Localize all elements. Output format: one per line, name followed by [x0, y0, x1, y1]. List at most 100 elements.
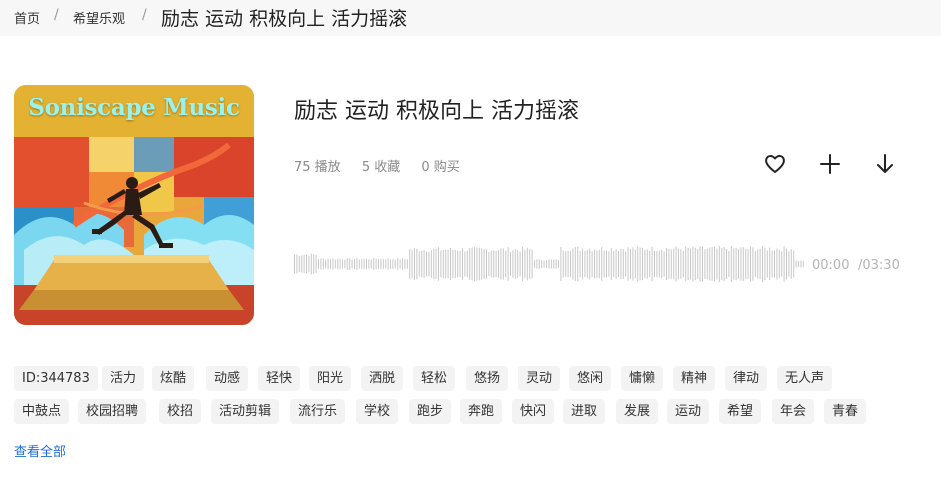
- tag-chip[interactable]: 青春: [824, 399, 867, 424]
- tag-chip[interactable]: 精神: [673, 366, 716, 391]
- waveform-bar: [752, 247, 754, 281]
- tag-chip[interactable]: 动感: [206, 366, 249, 391]
- waveform-bar: [613, 250, 615, 277]
- waveform-bar: [308, 256, 310, 272]
- waveform-bar: [610, 248, 612, 280]
- waveform-bar: [740, 247, 742, 281]
- tag-chip[interactable]: 奔跑: [460, 399, 503, 424]
- play-count: 75 播放: [294, 160, 341, 175]
- tag-chip[interactable]: 校园招聘: [78, 399, 147, 424]
- waveform-bar: [591, 251, 593, 277]
- tag-chip[interactable]: 快闪: [512, 399, 555, 424]
- tag-chip[interactable]: 阳光: [309, 366, 352, 391]
- waveform-bar: [466, 250, 468, 278]
- waveform-bar: [351, 259, 353, 269]
- waveform-bar: [670, 249, 672, 279]
- waveform-bar: [675, 246, 677, 282]
- waveform-bar: [423, 249, 425, 279]
- tag-chip[interactable]: 希望: [719, 399, 762, 424]
- waveform-bar: [574, 246, 576, 282]
- tag-chip[interactable]: 发展: [616, 399, 659, 424]
- waveform-bar: [618, 250, 619, 278]
- waveform-bar: [682, 250, 684, 278]
- waveform: [294, 246, 804, 282]
- waveform-bar: [714, 246, 715, 282]
- tag-chip[interactable]: 悠扬: [466, 366, 509, 391]
- waveform-bar: [298, 255, 300, 273]
- waveform-bar: [759, 248, 761, 280]
- tag-chip[interactable]: 跑步: [409, 399, 452, 424]
- waveform-bar: [783, 246, 785, 282]
- waveform-bar: [481, 248, 483, 280]
- waveform-bar: [598, 249, 600, 279]
- waveform-bar: [334, 259, 336, 269]
- waveform-bar: [577, 246, 579, 282]
- tag-chip[interactable]: 中鼓点: [14, 399, 70, 424]
- tag-chip[interactable]: 年会: [772, 399, 815, 424]
- tag-chip[interactable]: 炫酷: [152, 366, 195, 391]
- track-stats: 75 播放 5 收藏 0 购买: [294, 156, 477, 175]
- waveform-bar: [373, 258, 375, 270]
- tag-chip[interactable]: 无人声: [777, 366, 833, 391]
- waveform-bar: [745, 248, 747, 280]
- waveform-bar: [541, 260, 543, 268]
- tag-chip[interactable]: 活力: [102, 366, 145, 391]
- tag-chip[interactable]: 轻快: [258, 366, 301, 391]
- tag-chip[interactable]: 流行乐: [290, 399, 346, 424]
- waveform-bar: [589, 248, 591, 280]
- cover-artwork: [14, 85, 254, 325]
- tag-chip[interactable]: 学校: [356, 399, 399, 424]
- waveform-bar: [558, 260, 559, 268]
- waveform-bar: [318, 259, 319, 269]
- waveform-bar: [692, 246, 694, 282]
- tag-chip[interactable]: 校招: [159, 399, 202, 424]
- tag-chip[interactable]: 活动剪辑: [211, 399, 280, 424]
- waveform-bar: [620, 248, 622, 280]
- album-cover[interactable]: Soniscape Music: [14, 85, 254, 325]
- waveform-bar: [306, 254, 307, 274]
- waveform-bar: [594, 249, 595, 279]
- waveform-bar: [397, 258, 399, 270]
- waveform-bar: [800, 260, 802, 268]
- waveform-bar: [505, 250, 507, 278]
- waveform-bar: [531, 249, 533, 279]
- breadcrumb-category-link[interactable]: 希望乐观: [73, 8, 125, 27]
- waveform-bar: [459, 250, 461, 278]
- tag-chip[interactable]: 轻松: [413, 366, 456, 391]
- waveform-bar: [526, 247, 528, 281]
- waveform-bar: [378, 259, 379, 269]
- waveform-bar: [536, 259, 538, 269]
- waveform-bar: [709, 247, 711, 281]
- tag-chip[interactable]: 洒脱: [361, 366, 404, 391]
- waveform-bar: [622, 249, 624, 279]
- waveform-bar: [411, 250, 413, 278]
- waveform-bar: [687, 247, 689, 281]
- waveform-bar: [498, 250, 499, 278]
- waveform-bar: [478, 247, 480, 281]
- view-all-tags-link[interactable]: 查看全部: [14, 441, 66, 460]
- waveform-bar: [507, 247, 509, 281]
- waveform-seekbar[interactable]: [294, 243, 806, 285]
- breadcrumb-home-link[interactable]: 首页: [14, 8, 40, 27]
- tag-chip[interactable]: 律动: [725, 366, 768, 391]
- tag-chip[interactable]: 灵动: [518, 366, 561, 391]
- add-to-list-button[interactable]: [816, 150, 844, 178]
- heart-icon: [765, 155, 785, 173]
- waveform-bar: [457, 250, 459, 278]
- waveform-bar: [646, 249, 648, 279]
- favorite-button[interactable]: [761, 150, 789, 178]
- download-button[interactable]: [871, 150, 899, 178]
- waveform-bar: [337, 258, 339, 270]
- waveform-bar: [673, 248, 675, 280]
- waveform-bar: [330, 259, 331, 269]
- cover-brand-text: Soniscape Music: [28, 94, 240, 121]
- waveform-bar: [294, 254, 295, 274]
- tag-chip[interactable]: 悠闲: [569, 366, 612, 391]
- tag-chip[interactable]: 慵懒: [621, 366, 664, 391]
- waveform-bar: [802, 260, 804, 268]
- tag-chip[interactable]: 进取: [563, 399, 606, 424]
- waveform-bar: [644, 250, 646, 279]
- tag-chip[interactable]: 运动: [667, 399, 710, 424]
- waveform-bar: [310, 253, 312, 275]
- waveform-bar: [361, 259, 363, 269]
